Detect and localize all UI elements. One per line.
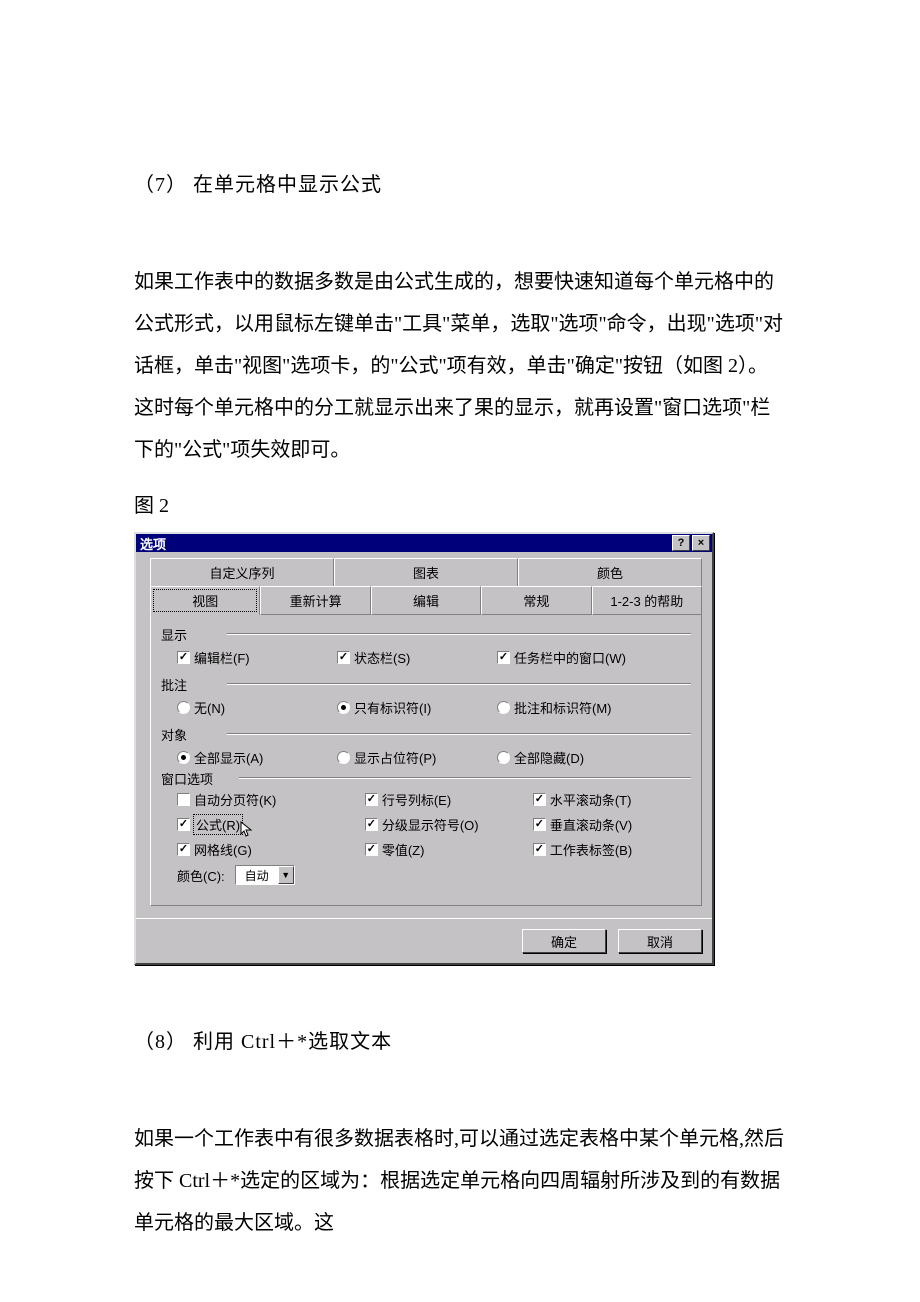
- checkbox-taskbar-windows[interactable]: 任务栏中的窗口(W): [497, 648, 657, 667]
- group-window-label: 窗口选项: [161, 769, 691, 788]
- checkbox-outline-symbols[interactable]: 分级显示符号(O): [365, 815, 533, 834]
- tab-chart[interactable]: 图表: [334, 558, 518, 587]
- figure-2-label: 图 2: [134, 489, 786, 518]
- tab-view[interactable]: 视图: [150, 586, 260, 615]
- tab-edit[interactable]: 编辑: [371, 586, 481, 615]
- group-display-label: 显示: [161, 625, 691, 644]
- radio-placeholders[interactable]: 显示占位符(P): [337, 748, 497, 767]
- tab-123-help[interactable]: 1-2-3 的帮助: [592, 586, 702, 615]
- checkbox-status-bar[interactable]: 状态栏(S): [337, 648, 497, 667]
- tab-recalc[interactable]: 重新计算: [260, 586, 370, 615]
- checkbox-zero-values[interactable]: 零值(Z): [365, 840, 533, 859]
- tab-custom-lists[interactable]: 自定义序列: [150, 558, 334, 587]
- checkbox-row-col-headers[interactable]: 行号列标(E): [365, 790, 533, 809]
- tab-general[interactable]: 常规: [481, 586, 591, 615]
- section-8-heading: （8） 利用 Ctrl＋*选取文本: [134, 1025, 786, 1054]
- group-comments-label: 批注: [161, 675, 691, 694]
- dialog-title: 选项: [140, 534, 670, 553]
- ok-button[interactable]: 确定: [522, 929, 606, 953]
- chevron-down-icon[interactable]: ▼: [278, 866, 294, 884]
- mouse-cursor-icon: [240, 821, 252, 837]
- radio-indicator-only[interactable]: 只有标识符(I): [337, 698, 497, 717]
- tab-color[interactable]: 颜色: [518, 558, 702, 587]
- radio-comment-indicator[interactable]: 批注和标识符(M): [497, 698, 657, 717]
- cancel-button[interactable]: 取消: [618, 929, 702, 953]
- section-7-heading: （7） 在单元格中显示公式: [134, 168, 786, 197]
- checkbox-formulas[interactable]: 公式(R): [177, 815, 365, 834]
- checkbox-gridlines[interactable]: 网格线(G): [177, 840, 365, 859]
- dialog-titlebar[interactable]: 选项 ? ×: [136, 534, 712, 552]
- checkbox-page-breaks[interactable]: 自动分页符(K): [177, 790, 365, 809]
- section-8-paragraph: 如果一个工作表中有很多数据表格时,可以通过选定表格中某个单元格,然后按下 Ctr…: [134, 1118, 786, 1244]
- section-7-paragraph: 如果工作表中的数据多数是由公式生成的，想要快速知道每个单元格中的公式形式，以用鼠…: [134, 261, 786, 471]
- color-label: 颜色(C):: [177, 866, 225, 885]
- checkbox-sheet-tabs[interactable]: 工作表标签(B): [533, 840, 691, 859]
- view-tab-pane: 显示 编辑栏(F) 状态栏(S) 任务栏中的窗口(W) 批注 无(N) 只有标识…: [150, 615, 702, 906]
- checkbox-hscroll[interactable]: 水平滚动条(T): [533, 790, 691, 809]
- color-dropdown[interactable]: 自动 ▼: [235, 865, 295, 885]
- checkbox-vscroll[interactable]: 垂直滚动条(V): [533, 815, 691, 834]
- color-dropdown-value: 自动: [236, 867, 278, 884]
- group-objects-label: 对象: [161, 725, 691, 744]
- close-button[interactable]: ×: [692, 535, 710, 551]
- checkbox-formula-bar[interactable]: 编辑栏(F): [177, 648, 337, 667]
- radio-show-all[interactable]: 全部显示(A): [177, 748, 337, 767]
- help-button[interactable]: ?: [672, 535, 690, 551]
- radio-none[interactable]: 无(N): [177, 698, 337, 717]
- options-dialog: 选项 ? × 自定义序列 图表 颜色 视图 重新计算 编辑 常规 1-2-3 的…: [134, 532, 714, 965]
- radio-hide-all[interactable]: 全部隐藏(D): [497, 748, 657, 767]
